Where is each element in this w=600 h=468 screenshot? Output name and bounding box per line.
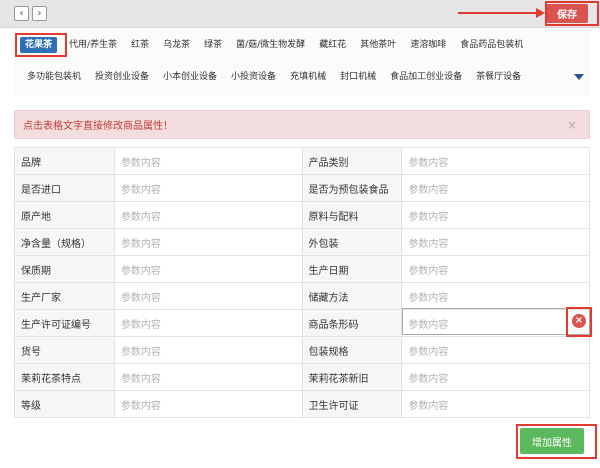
attribute-value-input[interactable]: 参数内容 <box>401 336 590 364</box>
attribute-value-input[interactable]: 参数内容 <box>401 201 590 229</box>
attribute-value-input[interactable]: 参数内容 <box>401 147 590 175</box>
attribute-label[interactable]: 生产厂家 <box>14 282 115 310</box>
attribute-label[interactable]: 卫生许可证 <box>301 390 403 418</box>
category-tab[interactable]: 菌/菇/微生物发酵 <box>229 37 312 53</box>
table-row: 品牌 参数内容 产品类别 参数内容 <box>14 147 590 175</box>
category-tab[interactable]: 投资创业设备 <box>88 69 156 85</box>
table-row: 净含量（规格） 参数内容 外包装 参数内容 <box>14 228 590 256</box>
attribute-label[interactable]: 货号 <box>14 336 115 364</box>
category-tab[interactable]: 其他茶叶 <box>353 37 403 53</box>
alert-banner: 点击表格文字直接修改商品属性！ × <box>14 110 590 139</box>
category-tab[interactable]: 茶餐厅设备 <box>469 69 528 85</box>
table-row: 保质期 参数内容 生产日期 参数内容 <box>14 255 590 283</box>
attribute-label[interactable]: 商品条形码 <box>301 309 403 337</box>
attribute-value-input[interactable]: 参数内容 <box>113 390 303 418</box>
attribute-label[interactable]: 是否为预包装食品 <box>301 174 403 202</box>
attribute-label[interactable]: 品牌 <box>14 147 115 175</box>
attribute-value-input[interactable]: 参数内容 <box>113 255 303 283</box>
annotation-arrow-line <box>458 12 538 14</box>
category-bar: 花果茶 代用/养生茶 红茶 乌龙茶 绿茶 菌/菇/微生物发酵 藏红花 其他茶叶 … <box>14 30 590 96</box>
category-tab[interactable]: 红茶 <box>124 37 156 53</box>
category-row-2: 多功能包装机 投资创业设备 小本创业设备 小投资设备 充填机械 封口机械 食品加… <box>14 67 528 87</box>
attribute-value-input[interactable]: 参数内容 <box>401 228 590 256</box>
caret-down-icon[interactable] <box>574 74 584 80</box>
close-icon[interactable]: × <box>567 118 577 132</box>
save-button-highlight <box>545 1 599 26</box>
attribute-label[interactable]: 原料与配料 <box>301 201 403 229</box>
category-tab[interactable]: 封口机械 <box>333 69 383 85</box>
attribute-value-input[interactable]: 参数内容 <box>113 147 303 175</box>
category-tab[interactable]: 食品加工创业设备 <box>383 69 469 85</box>
attribute-label[interactable]: 是否进口 <box>14 174 115 202</box>
category-tab[interactable]: 小本创业设备 <box>156 69 224 85</box>
category-tab[interactable]: 绿茶 <box>197 37 229 53</box>
attribute-value-input[interactable]: 参数内容 <box>113 282 303 310</box>
table-row: 原产地 参数内容 原料与配料 参数内容 <box>14 201 590 229</box>
chevron-right-icon[interactable]: › <box>32 6 47 21</box>
attribute-value-input[interactable]: 参数内容 <box>113 201 303 229</box>
attribute-label[interactable]: 生产日期 <box>301 255 403 283</box>
attribute-label[interactable]: 包装规格 <box>301 336 403 364</box>
category-tab[interactable]: 乌龙茶 <box>156 37 197 53</box>
category-row-1: 花果茶 代用/养生茶 红茶 乌龙茶 绿茶 菌/菇/微生物发酵 藏红花 其他茶叶 … <box>14 35 530 55</box>
attribute-value-input[interactable]: 参数内容 <box>113 174 303 202</box>
attribute-value-input[interactable]: 参数内容 <box>113 228 303 256</box>
category-tab[interactable]: 多功能包装机 <box>20 69 88 85</box>
attribute-value-input[interactable]: 参数内容 <box>113 363 303 391</box>
attribute-label[interactable]: 净含量（规格） <box>14 228 115 256</box>
category-tab[interactable]: 速溶咖啡 <box>403 37 453 53</box>
top-toolbar: ‹ › 保存 <box>0 0 600 28</box>
attribute-value-input[interactable]: 参数内容 <box>113 309 303 337</box>
table-row: 货号 参数内容 包装规格 参数内容 <box>14 336 590 364</box>
category-tab[interactable]: 小投资设备 <box>224 69 283 85</box>
attribute-label[interactable]: 产品类别 <box>301 147 403 175</box>
active-field-outline <box>402 308 590 335</box>
category-tab[interactable]: 代用/养生茶 <box>62 37 124 53</box>
delete-circle-icon[interactable]: × <box>572 314 586 328</box>
attribute-value-input[interactable]: 参数内容 <box>401 390 590 418</box>
category-tab[interactable]: 食品药品包装机 <box>453 37 530 53</box>
active-category-highlight <box>15 33 67 57</box>
chevron-left-icon[interactable]: ‹ <box>14 6 29 21</box>
attribute-label[interactable]: 茉莉花茶特点 <box>14 363 115 391</box>
attribute-value-input[interactable]: 参数内容 <box>113 336 303 364</box>
attribute-value-input[interactable]: 参数内容 <box>401 255 590 283</box>
attribute-label[interactable]: 茉莉花茶新旧 <box>301 363 403 391</box>
table-row: 茉莉花茶特点 参数内容 茉莉花茶新旧 参数内容 <box>14 363 590 391</box>
category-tab[interactable]: 藏红花 <box>312 37 353 53</box>
attribute-label[interactable]: 储藏方法 <box>301 282 403 310</box>
attribute-label[interactable]: 保质期 <box>14 255 115 283</box>
attribute-label[interactable]: 外包装 <box>301 228 403 256</box>
attribute-value-input[interactable]: 参数内容 <box>401 282 590 310</box>
add-attribute-button[interactable]: 增加属性 <box>520 428 584 454</box>
attribute-value-input[interactable]: 参数内容 <box>401 174 590 202</box>
annotation-arrow-head <box>536 8 545 18</box>
attribute-table: 品牌 参数内容 产品类别 参数内容 是否进口 参数内容 是否为预包装食品 参数内容 原产地 参数内… <box>14 147 590 418</box>
attribute-label[interactable]: 原产地 <box>14 201 115 229</box>
table-row: 等级 参数内容 卫生许可证 参数内容 <box>14 390 590 418</box>
attribute-label[interactable]: 生产许可证编号 <box>14 309 115 337</box>
table-row: 是否进口 参数内容 是否为预包装食品 参数内容 <box>14 174 590 202</box>
category-tab[interactable]: 充填机械 <box>283 69 333 85</box>
attribute-label[interactable]: 等级 <box>14 390 115 418</box>
table-row: 生产厂家 参数内容 储藏方法 参数内容 <box>14 282 590 310</box>
alert-text: 点击表格文字直接修改商品属性！ <box>23 121 173 132</box>
attribute-value-input[interactable]: 参数内容 <box>401 363 590 391</box>
